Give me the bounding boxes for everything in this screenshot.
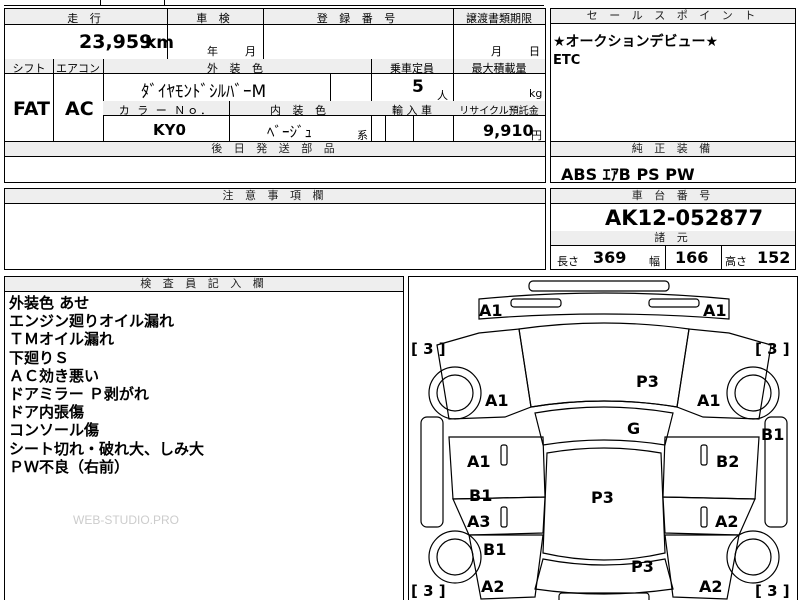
capacity-header: 乗車定員 <box>390 62 434 75</box>
damage-mark: A1 <box>479 301 503 320</box>
inspector-notes-box: 検 査 員 記 入 欄 外装色 あせ エンジン廻りオイル漏れ ＴＭオイル漏れ 下… <box>4 276 404 600</box>
damage-mark: G <box>627 419 641 438</box>
height-label: 高さ <box>725 255 747 268</box>
registration-header: 登 録 番 号 <box>316 12 400 25</box>
bracket-mark: [ 3 ] <box>755 582 790 600</box>
interior-color-value: ﾍﾞｰｼﾞｭ <box>267 123 313 141</box>
bracket-mark: [ 3 ] <box>411 582 446 600</box>
damage-mark: A3 <box>467 512 491 531</box>
mileage-header: 走 行 <box>67 12 105 25</box>
damage-mark: A1 <box>703 301 727 320</box>
inspection-month-unit: 月 <box>245 45 256 58</box>
inspector-note: ドアミラー Ｐ剥がれ <box>9 385 149 404</box>
height-value: 152 <box>757 248 791 267</box>
mileage-value: 23,959 <box>79 31 153 53</box>
damage-mark: P3 <box>631 557 654 576</box>
bracket-mark: [ 3 ] <box>411 340 446 358</box>
length-label: 長さ <box>557 255 579 268</box>
equipment-value: ABS ｴｱB PS PW <box>561 165 695 184</box>
top-strip <box>4 0 544 6</box>
equipment-header: 純 正 装 備 <box>551 142 795 157</box>
chassis-box: 車 台 番 号 AK12-052877 諸 元 長さ 369 幅 166 高さ … <box>550 188 796 270</box>
shift-header: シフト <box>12 62 46 75</box>
inspector-note: ＴＭオイル漏れ <box>9 330 115 349</box>
car-outline-diagram <box>420 280 788 600</box>
inspector-note: エンジン廻りオイル漏れ <box>9 312 175 331</box>
later-parts-box: 後 日 発 送 部 品 <box>4 141 546 183</box>
sales-point-box: セ ー ル ス ポ イ ン ト ★オークションデビュー★ ETC <box>550 8 796 142</box>
aircon-header: エアコン <box>56 62 100 75</box>
inspector-header: 検 査 員 記 入 欄 <box>5 277 403 292</box>
max-load-header: 最大積載量 <box>471 62 527 75</box>
recycle-value: 9,910 <box>483 121 534 140</box>
car-diagram-box: A1 A1 A1 A1 P3 G A1 B2 B1 P3 A3 A2 B1 P3… <box>408 276 798 600</box>
capacity-value: 5 <box>412 77 424 97</box>
inspector-note: ＡＣ効き悪い <box>9 366 100 385</box>
color-no-value: KY0 <box>153 121 186 139</box>
inspector-note: シート切れ・破れ大、しみ大 <box>9 439 205 458</box>
damage-mark: B1 <box>469 486 493 505</box>
vehicle-info-box: 走 行 車 検 登 録 番 号 譲渡書類期限 23,959 km 年 月 月 日… <box>4 8 546 143</box>
dimensions-header: 諸 元 <box>551 231 795 246</box>
width-value: 166 <box>675 248 709 267</box>
damage-mark: P3 <box>591 488 614 507</box>
exterior-color-value: ﾀﾞｲﾔﾓﾝﾄﾞｼﾙﾊﾞｰM <box>141 82 267 102</box>
transfer-day-unit: 日 <box>529 45 540 58</box>
aircon-value: AC <box>65 98 94 120</box>
damage-mark: A1 <box>485 391 509 410</box>
damage-mark: A1 <box>697 391 721 410</box>
bracket-mark: [ 3 ] <box>755 340 790 358</box>
inspector-note: ＰＷ不良（右前） <box>9 457 130 476</box>
inspector-note: コンソール傷 <box>9 421 100 440</box>
inspector-note: 下廻りＳ <box>9 348 70 367</box>
later-parts-header: 後 日 発 送 部 品 <box>5 142 545 157</box>
sales-point-line2: ETC <box>553 53 581 68</box>
equipment-box: 純 正 装 備 ABS ｴｱB PS PW <box>550 141 796 184</box>
inspector-note: ドア内張傷 <box>9 403 85 422</box>
chassis-header: 車 台 番 号 <box>551 189 795 204</box>
width-label: 幅 <box>649 255 660 268</box>
length-value: 369 <box>593 248 627 267</box>
import-header: 輸 入 車 <box>392 104 432 117</box>
caution-header: 注 意 事 項 欄 <box>5 189 545 204</box>
damage-mark: B1 <box>483 540 507 559</box>
transfer-month-unit: 月 <box>491 45 502 58</box>
damage-mark: A2 <box>699 577 723 596</box>
color-no-header: カ ラ ー Ｎｏ． <box>118 104 214 117</box>
mileage-unit: km <box>145 33 175 53</box>
watermark: WEB-STUDIO.PRO <box>73 513 180 527</box>
max-load-unit: kg <box>529 87 543 100</box>
interior-color-header: 内 装 色 <box>270 104 330 117</box>
recycle-header: リサイクル預託金 <box>459 106 539 117</box>
caution-box: 注 意 事 項 欄 <box>4 188 546 270</box>
sales-point-header: セ ー ル ス ポ イ ン ト <box>551 9 795 24</box>
shift-value: FAT <box>13 98 50 120</box>
sales-point-line1: ★オークションデビュー★ <box>553 34 719 50</box>
damage-mark: B1 <box>761 425 785 444</box>
transfer-docs-header: 譲渡書類期限 <box>466 12 532 25</box>
chassis-value: AK12-052877 <box>605 206 764 230</box>
damage-mark: B2 <box>716 452 740 471</box>
damage-mark: A1 <box>467 452 491 471</box>
damage-mark: A2 <box>715 512 739 531</box>
inspection-year-unit: 年 <box>207 45 218 58</box>
inspection-header: 車 検 <box>196 12 234 25</box>
damage-mark: P3 <box>636 372 659 391</box>
inspector-note: 外装色 あせ <box>9 294 90 312</box>
damage-mark: A2 <box>481 577 505 596</box>
